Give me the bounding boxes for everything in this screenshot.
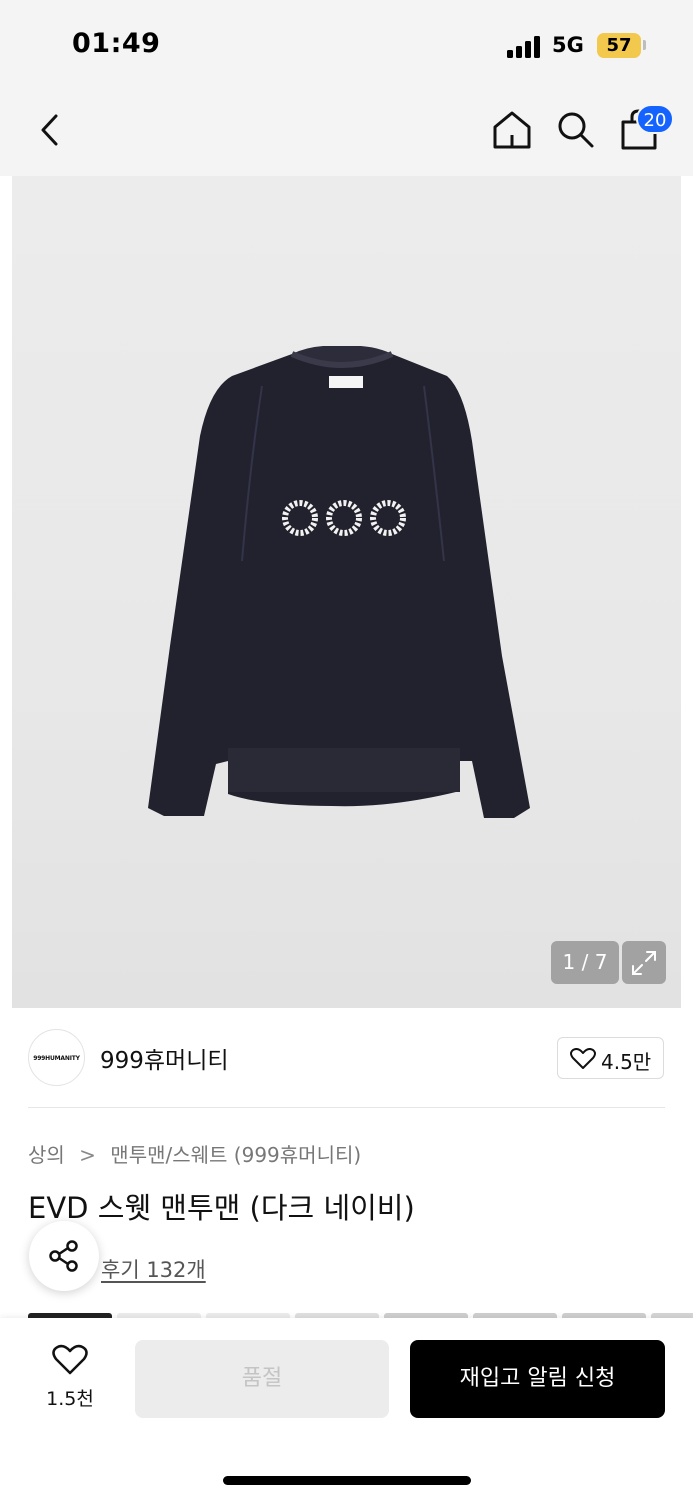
home-indicator [223, 1476, 471, 1485]
brand-name[interactable]: 999휴머니티 [100, 1041, 229, 1075]
brand-like-button[interactable]: 4.5만 [557, 1037, 664, 1079]
top-nav-bar: 20 [0, 92, 693, 176]
restock-alert-button[interactable]: 재입고 알림 신청 [410, 1340, 665, 1418]
product-image[interactable]: 1 / 7 [12, 176, 681, 1008]
expand-icon [632, 951, 656, 975]
signal-icon [507, 36, 543, 58]
reviews-link[interactable]: 후기 132개 [101, 1254, 206, 1284]
share-icon [49, 1240, 78, 1272]
search-icon[interactable] [554, 108, 596, 150]
status-time: 01:49 [72, 28, 161, 59]
cart-count-badge: 20 [636, 104, 674, 134]
heart-icon [570, 1048, 596, 1069]
breadcrumb-subcategory[interactable]: 맨투맨/스웨트 (999휴머니티) [110, 1143, 361, 1167]
product-title: EVD 스웻 맨투맨 (다크 네이비) [28, 1191, 415, 1225]
breadcrumb-category[interactable]: 상의 [28, 1143, 65, 1167]
chevron-right-icon: > [79, 1143, 96, 1167]
wishlist-count: 1.5천 [46, 1388, 94, 1410]
brand-logo[interactable]: 999HUMANITY [28, 1029, 85, 1086]
battery-tip [643, 40, 646, 50]
breadcrumb: 상의 > 맨투맨/스웨트 (999휴머니티) [28, 1139, 361, 1168]
home-icon[interactable] [490, 108, 534, 152]
battery-icon: 57 [597, 33, 641, 58]
heart-icon [52, 1344, 88, 1375]
chevron-left-icon[interactable] [34, 110, 66, 150]
brand-like-count: 4.5만 [601, 1050, 652, 1074]
wishlist-button[interactable]: 1.5천 [30, 1342, 110, 1412]
expand-button[interactable] [622, 941, 666, 984]
status-bar: 01:49 5G 57 [0, 0, 693, 92]
sweatshirt-image [148, 346, 530, 818]
bottom-action-bar: 1.5천 품절 재입고 알림 신청 [0, 1318, 693, 1500]
network-type: 5G [552, 33, 584, 57]
image-counter: 1 / 7 [551, 941, 619, 984]
share-button[interactable] [29, 1221, 99, 1291]
divider [28, 1107, 665, 1108]
soldout-button: 품절 [135, 1340, 389, 1418]
